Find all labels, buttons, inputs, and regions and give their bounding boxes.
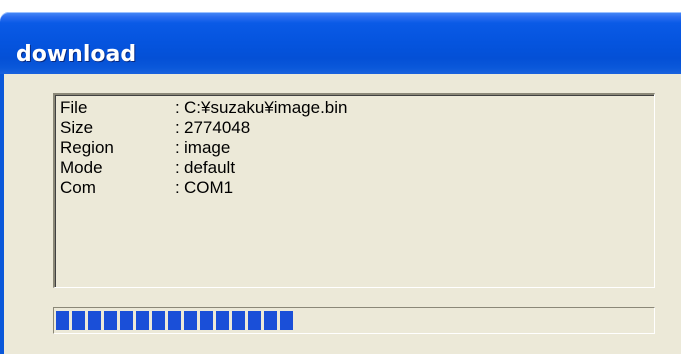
info-label: Region (60, 138, 114, 157)
dialog-body: File : C:¥suzaku¥image.bin Size : 277404… (0, 74, 681, 354)
info-label: File (60, 98, 88, 117)
progress-block (104, 311, 117, 330)
info-separator: : (175, 158, 180, 177)
progress-block (152, 311, 165, 330)
info-panel: File : C:¥suzaku¥image.bin Size : 277404… (53, 93, 655, 288)
progress-block (248, 311, 261, 330)
info-value-size: 2774048 (184, 118, 251, 137)
progress-block (72, 311, 85, 330)
info-panel-inner: File : C:¥suzaku¥image.bin Size : 277404… (55, 95, 654, 287)
info-separator: : (175, 138, 180, 157)
download-progress-bar (53, 307, 655, 334)
info-separator: : (175, 98, 180, 117)
progress-block (168, 311, 181, 330)
window-title: download (16, 42, 137, 67)
progress-block (88, 311, 101, 330)
progress-block (280, 311, 293, 330)
info-value-mode: default (184, 158, 236, 177)
info-value-region: image (184, 138, 231, 157)
progress-block (264, 311, 277, 330)
title-bar[interactable]: download (0, 12, 681, 74)
progress-block (56, 311, 69, 330)
progress-fill (56, 311, 293, 330)
download-dialog: download File : C:¥suzaku¥image.bin Size… (0, 0, 681, 354)
progress-block (120, 311, 133, 330)
info-value-com: COM1 (184, 178, 234, 197)
info-label: Size (60, 118, 94, 137)
progress-track (56, 311, 652, 330)
progress-block (216, 311, 229, 330)
info-label: Mode (60, 158, 103, 177)
info-separator: : (175, 118, 180, 137)
progress-block (136, 311, 149, 330)
progress-block (200, 311, 213, 330)
info-label: Com (60, 178, 96, 197)
info-value-file: C:¥suzaku¥image.bin (184, 98, 348, 117)
progress-block (232, 311, 245, 330)
info-separator: : (175, 178, 180, 197)
progress-block (184, 311, 197, 330)
